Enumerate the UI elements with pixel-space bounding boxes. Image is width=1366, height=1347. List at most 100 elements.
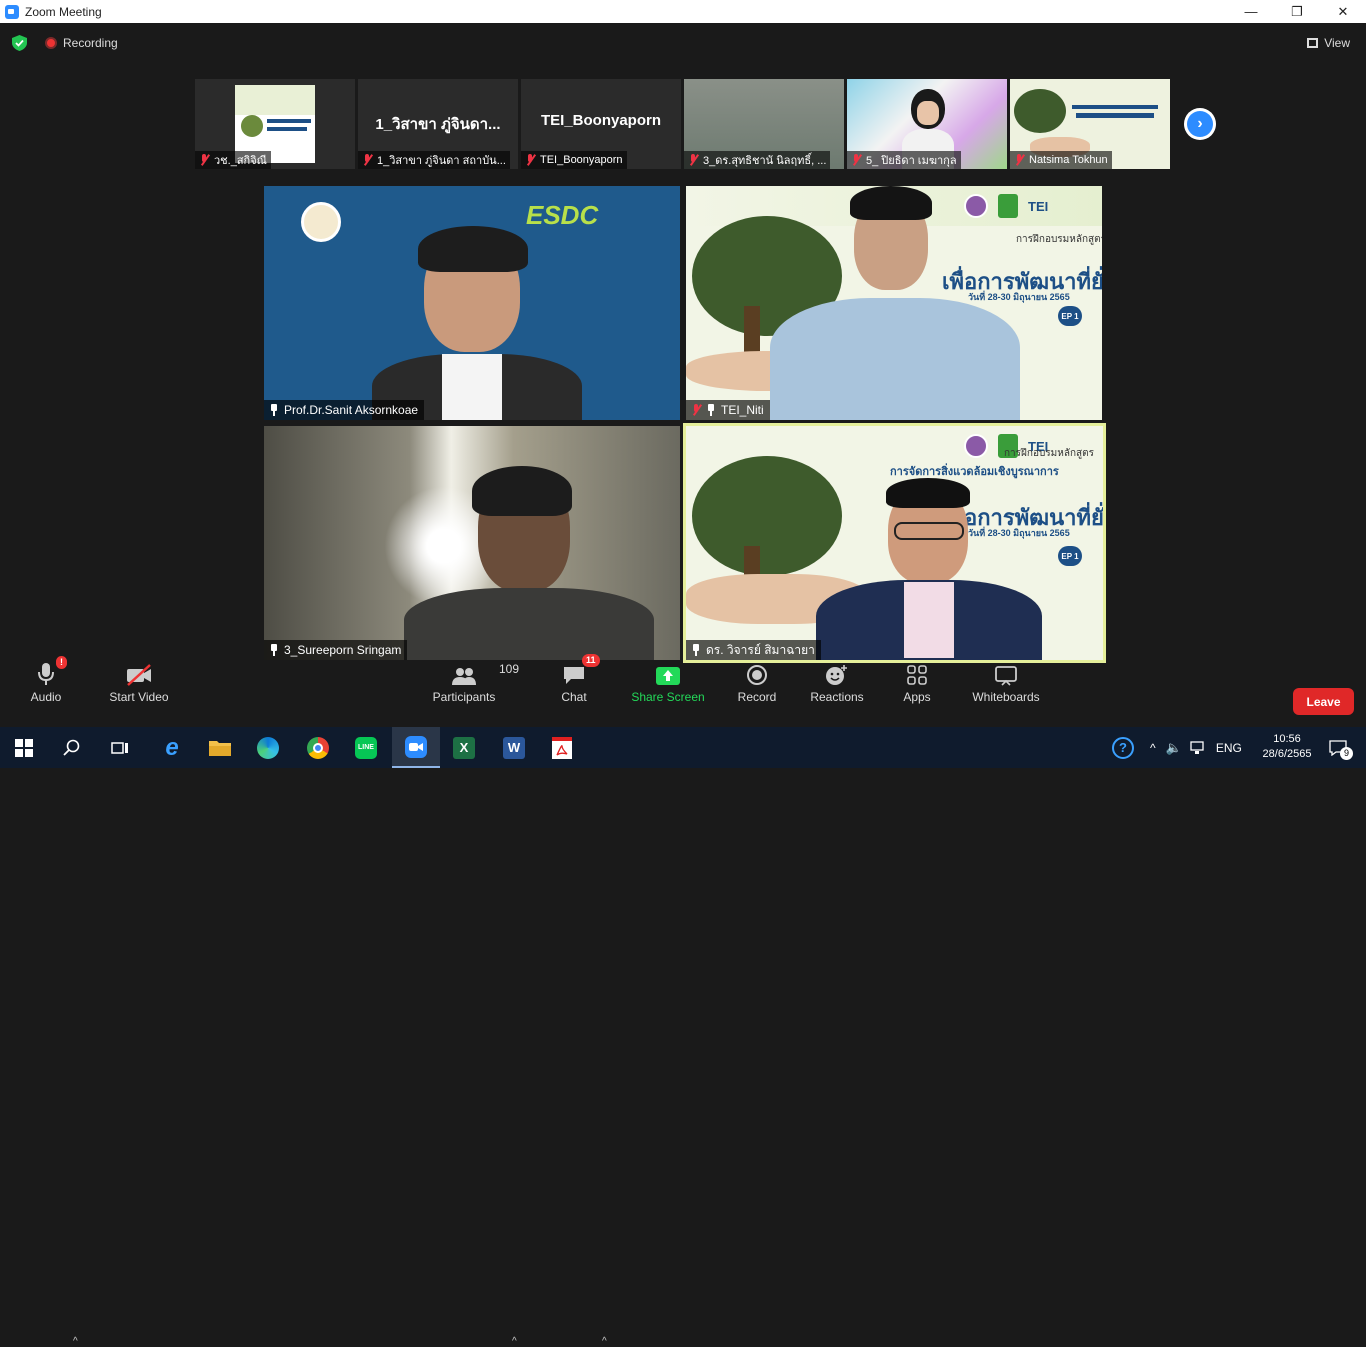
speaker-shirt xyxy=(904,582,954,658)
clock-date: 28/6/2565 xyxy=(1262,748,1312,760)
task-view-button[interactable] xyxy=(96,727,144,768)
notifications-button[interactable]: 9 xyxy=(1320,727,1356,768)
zoom-icon xyxy=(405,735,427,758)
partner-logo xyxy=(998,194,1018,218)
participant-thumbnail[interactable]: 5_ ปิยธิดา เมฆากุล xyxy=(847,79,1007,169)
minimize-button[interactable]: — xyxy=(1228,0,1274,23)
edge-icon xyxy=(257,736,279,759)
participant-name-tag: 5_ ปิยธิดา เมฆากุล xyxy=(847,151,961,169)
participant-name: วช._สกิจิณี xyxy=(214,155,267,167)
view-label: View xyxy=(1324,36,1350,50)
participants-options-caret[interactable]: ^ xyxy=(512,1336,517,1347)
pin-icon xyxy=(269,404,279,416)
smiley-icon xyxy=(825,650,849,690)
speaker-hair xyxy=(472,466,572,516)
start-button[interactable] xyxy=(0,727,48,768)
muted-mic-icon xyxy=(362,154,372,166)
record-button[interactable]: Record xyxy=(736,650,778,727)
word-taskbar-button[interactable]: W xyxy=(490,727,538,768)
search-icon xyxy=(63,739,80,756)
help-icon[interactable]: ? xyxy=(1112,736,1134,759)
participant-name: 3_ดร.สุทธิชานั นิลฤทธิ์, ... xyxy=(703,155,827,167)
show-hidden-icons-chevron-icon[interactable]: ^ xyxy=(1150,741,1156,755)
recording-dot-icon xyxy=(45,37,57,49)
participant-thumbnail[interactable]: 3_ดร.สุทธิชานั นิลฤทธิ์, ... xyxy=(684,79,844,169)
participants-label: Participants xyxy=(432,690,496,704)
participant-name-tag: TEI_Niti xyxy=(686,400,770,420)
participant-display-name: TEI_Boonyaporn xyxy=(540,112,661,129)
apps-icon xyxy=(906,650,928,690)
banner-subtitle: การฝึกอบรมหลักสูตร xyxy=(1004,448,1095,459)
audio-options-caret[interactable]: ^ xyxy=(73,1336,78,1347)
volume-icon[interactable]: 🔈 xyxy=(1166,740,1182,756)
zoom-taskbar-button[interactable] xyxy=(392,727,440,768)
task-view-icon xyxy=(111,741,128,754)
participant-thumbnail[interactable]: วช._สกิจิณี xyxy=(195,79,355,169)
participants-button[interactable]: 109 Participants xyxy=(432,650,519,727)
line-taskbar-button[interactable]: LINE xyxy=(342,727,390,768)
reactions-button[interactable]: Reactions xyxy=(810,650,864,727)
close-button[interactable]: ✕ xyxy=(1320,0,1366,23)
internet-explorer-taskbar-button[interactable]: e xyxy=(148,727,196,768)
acrobat-icon xyxy=(552,736,572,759)
tree-graphic xyxy=(692,456,842,576)
language-indicator[interactable]: ENG xyxy=(1216,741,1242,755)
video-tile[interactable]: TEI การฝึกอบรมหลักสูตร เพื่อการพัฒนาที่ย… xyxy=(686,186,1102,420)
whiteboard-icon xyxy=(994,650,1018,690)
start-video-button[interactable]: Start Video xyxy=(108,650,170,727)
glasses-graphic xyxy=(894,522,964,540)
chat-options-caret[interactable]: ^ xyxy=(602,1336,607,1347)
participant-thumbnail[interactable]: 1_วิสาขา ภู่จินดา... 1_วิสาขา ภู่จินดา ส… xyxy=(358,79,518,169)
word-icon: W xyxy=(503,736,525,759)
folder-icon xyxy=(209,740,231,756)
participant-name-tag: 3_ดร.สุทธิชานั นิลฤทธิ์, ... xyxy=(684,151,831,169)
video-tile[interactable]: ESDC Prof.Dr.Sanit Aksornkoae xyxy=(264,186,680,420)
slide-text-line xyxy=(1076,113,1154,118)
windows-taskbar: e LINE X W ? ^ 🔈 ENG 10:56 28/6/2565 9 xyxy=(0,727,1366,768)
leave-button[interactable]: Leave xyxy=(1293,688,1354,715)
chevron-right-icon: › xyxy=(1187,111,1213,137)
chat-button[interactable]: 11 Chat xyxy=(558,650,600,727)
search-button[interactable] xyxy=(48,727,96,768)
active-speaker-tile[interactable]: TEI การฝึกอบรมหลักสูตร การจัดการสิ่งแวดล… xyxy=(683,423,1106,663)
next-page-button[interactable]: › xyxy=(1184,108,1216,140)
muted-mic-icon xyxy=(851,154,861,166)
muted-mic-icon xyxy=(199,154,209,166)
muted-mic-icon xyxy=(691,404,701,416)
tei-logo: TEI xyxy=(1028,198,1049,214)
start-video-label: Start Video xyxy=(109,690,169,704)
share-screen-label: Share Screen xyxy=(631,690,705,704)
restore-button[interactable]: ❐ xyxy=(1274,0,1320,23)
excel-taskbar-button[interactable]: X xyxy=(440,727,488,768)
window-title: Zoom Meeting xyxy=(25,4,102,19)
share-screen-button[interactable]: Share Screen xyxy=(631,650,705,727)
speaker-hair xyxy=(886,478,970,508)
system-tray: ? ^ 🔈 ENG xyxy=(1112,727,1242,768)
window-controls: — ❐ ✕ xyxy=(1228,0,1366,23)
internet-explorer-icon: e xyxy=(165,733,179,761)
video-tile[interactable]: 3_Sureeporn Sringam xyxy=(264,426,680,660)
share-screen-icon xyxy=(655,650,681,690)
notifications-count-badge: 9 xyxy=(1340,747,1353,760)
banner-subtitle: การฝึกอบรมหลักสูตร xyxy=(1016,234,1102,245)
banner-line1: การจัดการสิ่งแวดล้อมเชิงบูรณาการ xyxy=(890,466,1059,478)
audio-button[interactable]: ! Audio xyxy=(26,650,67,727)
taskbar-clock[interactable]: 10:56 28/6/2565 xyxy=(1262,732,1312,762)
acrobat-taskbar-button[interactable] xyxy=(538,727,586,768)
participants-count: 109 xyxy=(499,662,520,676)
participant-display-name: 1_วิสาขา ภู่จินดา... xyxy=(375,116,501,133)
edge-taskbar-button[interactable] xyxy=(244,727,292,768)
slide-tree-graphic xyxy=(1014,89,1066,133)
participant-thumbnail[interactable]: TEI_Boonyaporn TEI_Boonyaporn xyxy=(521,79,681,169)
apps-button[interactable]: Apps xyxy=(900,650,934,727)
participant-name: Prof.Dr.Sanit Aksornkoae xyxy=(284,403,419,417)
excel-icon: X xyxy=(453,736,475,759)
shield-icon[interactable] xyxy=(12,35,27,51)
file-explorer-taskbar-button[interactable] xyxy=(196,727,244,768)
participant-thumbnail[interactable]: Natsima Tokhun xyxy=(1010,79,1170,169)
chrome-taskbar-button[interactable] xyxy=(294,727,342,768)
recording-indicator[interactable]: Recording xyxy=(45,36,118,50)
whiteboards-button[interactable]: Whiteboards xyxy=(970,650,1042,727)
network-icon[interactable] xyxy=(1190,740,1206,755)
view-button[interactable]: View xyxy=(1307,36,1350,50)
